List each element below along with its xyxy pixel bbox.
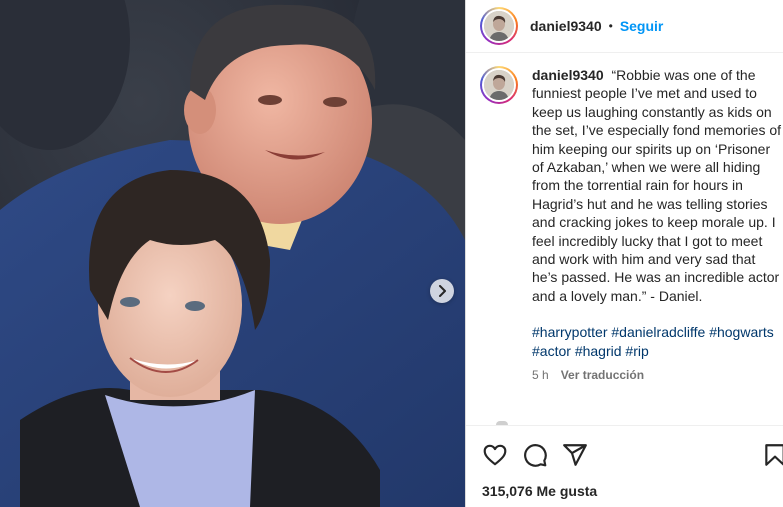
caption-meta: 5 h Ver traducción bbox=[532, 366, 783, 384]
follow-button[interactable]: Seguir bbox=[620, 18, 664, 34]
hashtag-link[interactable]: #rip bbox=[625, 343, 648, 359]
hashtag-list: #harrypotter #danielradcliffe #hogwarts … bbox=[532, 323, 783, 360]
next-photo-button[interactable] bbox=[430, 279, 454, 303]
caption-text-block: daniel9340 “Robbie was one of the funnie… bbox=[532, 66, 783, 385]
action-bar: 315,076 Me gusta bbox=[466, 425, 783, 507]
caption-avatar[interactable] bbox=[480, 66, 518, 104]
separator-dot: • bbox=[608, 19, 613, 33]
likes-count[interactable]: 315,076 Me gusta bbox=[482, 483, 597, 499]
avatar-image bbox=[484, 70, 514, 100]
paper-plane-icon[interactable] bbox=[562, 442, 588, 468]
header-username[interactable]: daniel9340 bbox=[530, 18, 602, 34]
translate-link[interactable]: Ver traducción bbox=[561, 366, 644, 384]
avatar[interactable] bbox=[480, 7, 518, 45]
photo-illustration bbox=[0, 0, 465, 507]
hashtag-link[interactable]: #harrypotter bbox=[532, 324, 607, 340]
chevron-right-icon bbox=[439, 285, 446, 297]
hashtag-link[interactable]: #danielradcliffe bbox=[611, 324, 705, 340]
caption-body: “Robbie was one of the funniest people I… bbox=[532, 67, 782, 304]
hashtag-link[interactable]: #hagrid bbox=[575, 343, 622, 359]
post-header: daniel9340 • Seguir bbox=[466, 0, 783, 53]
hashtag-link[interactable]: #hogwarts bbox=[709, 324, 774, 340]
comment-icon[interactable] bbox=[522, 442, 548, 468]
bookmark-icon[interactable] bbox=[762, 442, 783, 468]
avatar-image bbox=[484, 11, 514, 41]
hashtag-link[interactable]: #actor bbox=[532, 343, 571, 359]
post-time: 5 h bbox=[532, 368, 549, 383]
caption-username[interactable]: daniel9340 bbox=[532, 67, 604, 83]
caption-block: daniel9340 “Robbie was one of the funnie… bbox=[480, 66, 783, 385]
post-photo[interactable] bbox=[0, 0, 465, 507]
heart-icon[interactable] bbox=[482, 442, 508, 468]
post-side-panel: daniel9340 • Seguir daniel9340 “Robbie w… bbox=[466, 0, 783, 507]
